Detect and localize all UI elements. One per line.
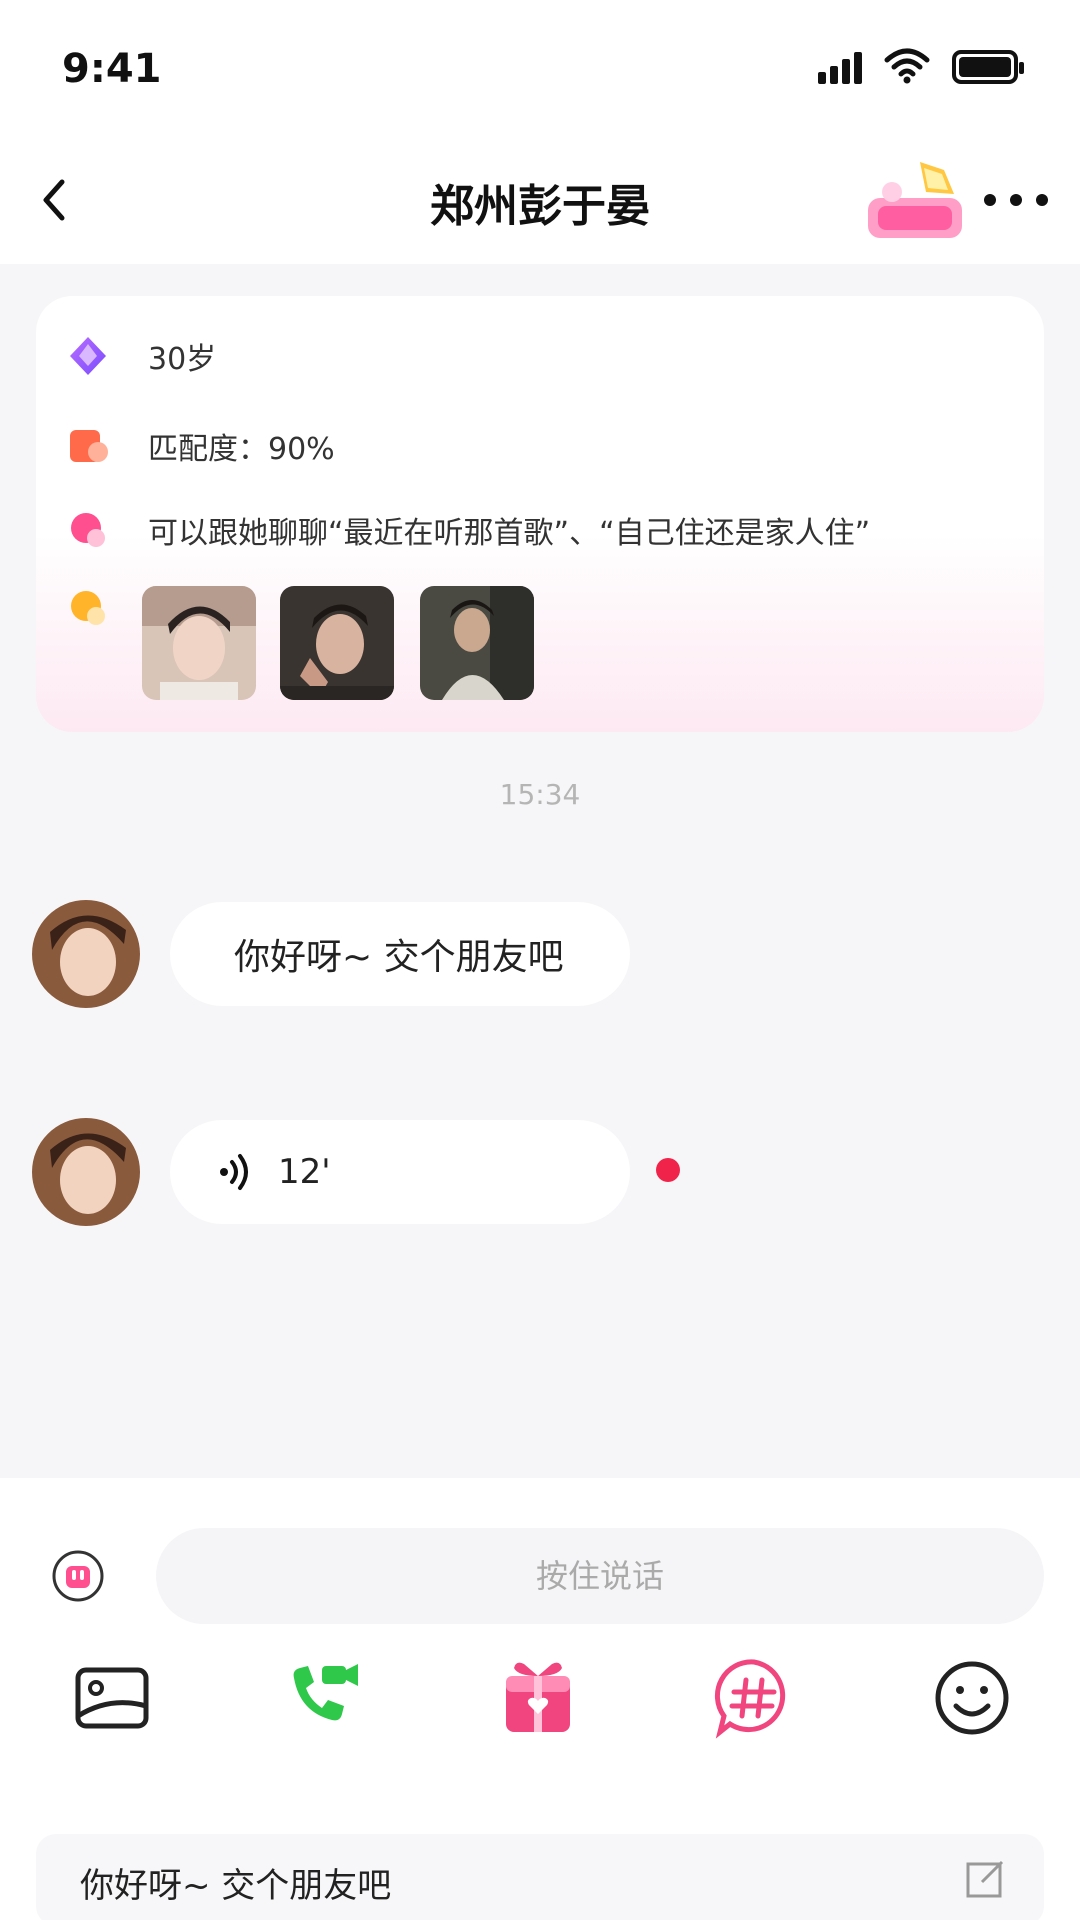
status-icons: [818, 48, 1024, 84]
age-row: 30岁: [66, 334, 216, 378]
more-icon[interactable]: [984, 180, 1048, 220]
edit-icon[interactable]: [964, 1856, 1008, 1900]
quick-reply-text: 你好呀~ 交个朋友吧: [80, 1866, 392, 1906]
photo-icon: [71, 591, 105, 625]
gift-icon[interactable]: [496, 1656, 580, 1740]
match-row: 匹配度：90%: [66, 424, 335, 468]
message-text: 你好呀~ 交个朋友吧: [234, 937, 564, 978]
signal-icon: [818, 50, 862, 84]
video-call-icon[interactable]: [280, 1656, 364, 1740]
quick-reply[interactable]: 你好呀~ 交个朋友吧: [36, 1834, 1044, 1920]
composer: 你好呀~ 交个朋友吧: [0, 1478, 1080, 1920]
badge-icon[interactable]: [862, 152, 974, 250]
nav-bar: 郑州彭于晏: [0, 140, 1080, 264]
age-text: 30岁: [148, 342, 217, 377]
status-time: 9:41: [62, 46, 162, 92]
unread-dot: [656, 1158, 680, 1182]
profile-photo-1[interactable]: [142, 586, 256, 700]
age-icon: [70, 337, 106, 375]
voice-wave-icon: [220, 1154, 248, 1190]
message-bubble-text[interactable]: 你好呀~ 交个朋友吧: [170, 902, 630, 1006]
message-bubble-voice[interactable]: 12': [170, 1120, 630, 1224]
topic-row: 可以跟她聊聊“最近在听那首歌”、“自己住还是家人住”: [66, 508, 870, 552]
chat-timestamp: 15:34: [499, 778, 581, 811]
profile-photo-3[interactable]: [420, 586, 534, 700]
profile-card: 30岁 匹配度：90% 可以跟她聊聊“最近在听那首歌”、“自己住还是家人住”: [36, 296, 1044, 732]
topic-icon: [71, 513, 105, 547]
wifi-icon: [884, 48, 930, 84]
avatar[interactable]: [32, 1118, 140, 1226]
status-bar: 9:41: [0, 0, 1080, 140]
avatar[interactable]: [32, 900, 140, 1008]
image-icon[interactable]: [70, 1656, 154, 1740]
voice-duration: 12': [278, 1152, 331, 1192]
match-text: 匹配度：90%: [148, 432, 335, 467]
emoji-icon[interactable]: [930, 1656, 1014, 1740]
voice-input[interactable]: [156, 1528, 1044, 1624]
topic-hash-icon[interactable]: [712, 1656, 796, 1740]
voice-toggle-icon[interactable]: [50, 1548, 106, 1604]
topic-text: 可以跟她聊聊“最近在听那首歌”、“自己住还是家人住”: [148, 516, 871, 551]
voice-message: 12': [170, 1148, 331, 1196]
profile-photo-2[interactable]: [280, 586, 394, 700]
match-icon: [70, 430, 108, 462]
battery-icon: [952, 50, 1024, 84]
photos-row: [66, 586, 148, 630]
